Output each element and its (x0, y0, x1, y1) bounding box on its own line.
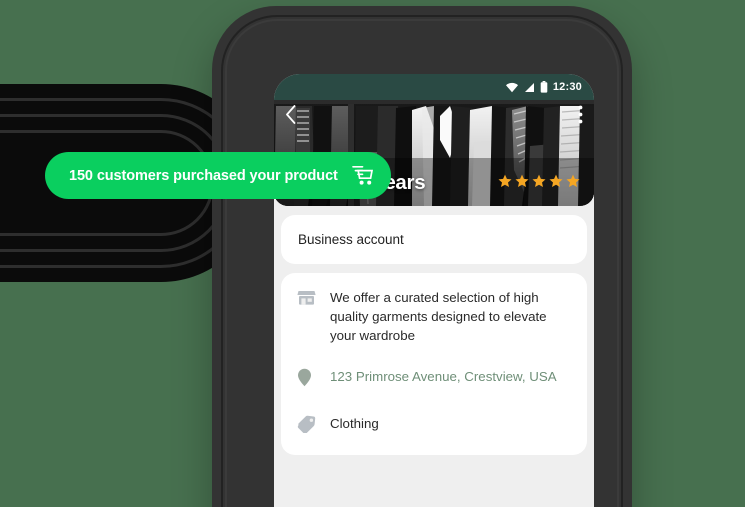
purchase-notification-label: 150 customers purchased your product (69, 167, 338, 184)
cellular-signal-icon (524, 82, 535, 93)
star-icon (515, 174, 529, 193)
location-pin-icon (297, 367, 317, 392)
wifi-icon (505, 82, 519, 93)
shop-details-card: We offer a curated selection of high qua… (281, 273, 587, 456)
storefront-icon (297, 288, 317, 312)
rating-stars (498, 174, 580, 193)
star-icon (566, 174, 580, 193)
detail-row-text: Clothing (330, 416, 379, 432)
star-icon (549, 174, 563, 193)
purchase-notification-badge[interactable]: 150 customers purchased your product (45, 152, 391, 199)
business-account-label: Business account (298, 232, 404, 247)
status-bar: 12:30 (274, 74, 594, 100)
phone-screen: 12:30 Wears Business account We offer a … (274, 74, 594, 507)
more-vertical-icon[interactable] (578, 105, 583, 129)
detail-row-text: We offer a curated selection of high qua… (330, 290, 547, 344)
status-bar-clock: 12:30 (552, 81, 582, 93)
detail-row-description: We offer a curated selection of high qua… (281, 277, 587, 356)
star-icon (498, 174, 512, 193)
detail-row-category: Clothing (281, 403, 587, 449)
star-icon (532, 174, 546, 193)
business-account-card[interactable]: Business account (281, 215, 587, 264)
tag-icon (297, 414, 317, 438)
shopping-cart-icon (350, 165, 373, 186)
phone-mockup: 12:30 Wears Business account We offer a … (212, 6, 632, 507)
battery-icon (540, 81, 548, 93)
chevron-left-icon[interactable] (285, 105, 296, 129)
detail-row-address[interactable]: 123 Primrose Avenue, Crestview, USA (281, 356, 587, 403)
detail-row-text: 123 Primrose Avenue, Crestview, USA (330, 369, 557, 385)
